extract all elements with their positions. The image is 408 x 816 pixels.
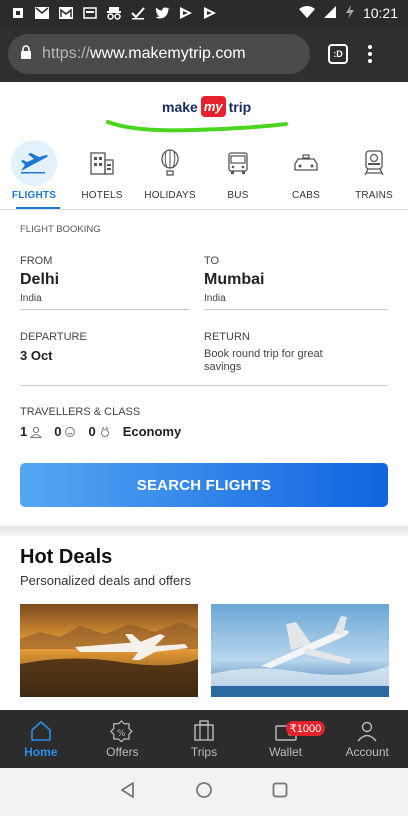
flipboard-icon [178, 6, 194, 20]
travellers-label: TRAVELLERS & CLASS [20, 406, 141, 418]
flight-booking-form: FLIGHT BOOKING FROM Delhi India TO Mumba… [0, 210, 408, 530]
from-city: Delhi [20, 271, 60, 288]
children-count: 0 [54, 424, 76, 439]
departure-date: 3 Oct [20, 348, 53, 363]
infant-icon [100, 426, 109, 437]
bottom-navigation: Home % Offers Trips Wallet ₹1000 Account [0, 710, 408, 768]
divider [20, 385, 388, 386]
lock-icon [20, 44, 32, 64]
travellers-class-selector[interactable]: 1 0 0 Economy [20, 424, 181, 439]
return-note: Book round trip for great savings [204, 348, 323, 373]
to-city: Mumbai [204, 271, 265, 288]
search-flights-button[interactable]: SEARCH FLIGHTS [20, 463, 388, 507]
incognito-icon [106, 6, 122, 20]
tab-trains[interactable]: TRAINS [340, 140, 408, 209]
hot-deals-section: Hot Deals Personalized deals and offers [0, 536, 408, 710]
departure-label: DEPARTURE [20, 331, 87, 343]
divider [20, 309, 190, 310]
twitter-icon [154, 6, 170, 20]
status-bar: 10:21 [0, 0, 408, 26]
balloon-icon [147, 140, 193, 186]
signal-icon [323, 5, 337, 22]
section-divider [0, 526, 408, 536]
makemytrip-logo[interactable]: make my trip [162, 96, 251, 117]
plane-icon [11, 140, 57, 186]
notification-icons [10, 6, 218, 20]
to-label: TO [204, 255, 220, 267]
url-text: https://www.makemytrip.com [42, 45, 246, 62]
wifi-icon [298, 5, 315, 22]
back-icon[interactable] [119, 781, 137, 804]
status-right: 10:21 [298, 4, 398, 22]
blue-sky-plane-image [211, 604, 389, 697]
battery-charging-icon [345, 4, 355, 22]
deal-card-blue-plane[interactable] [211, 604, 389, 697]
flipboard-icon [202, 6, 218, 20]
divider [204, 309, 388, 310]
check-icon [130, 6, 146, 20]
tab-cabs[interactable]: CABS [272, 140, 340, 209]
bus-icon [215, 140, 261, 186]
child-icon [65, 426, 76, 437]
nav-offers[interactable]: % Offers [82, 710, 164, 768]
from-country: India [20, 293, 42, 304]
url-field[interactable]: https://www.makemytrip.com [8, 34, 310, 74]
category-tabs: FLIGHTS HOTELS HOLIDAYS BUS CABS TRAINS [0, 140, 408, 210]
status-time: 10:21 [362, 5, 398, 21]
return-label: RETURN [204, 331, 250, 343]
nav-trips[interactable]: Trips [163, 710, 245, 768]
hotel-icon [79, 140, 125, 186]
tab-flights[interactable]: FLIGHTS [0, 140, 68, 209]
booking-title: FLIGHT BOOKING [20, 224, 101, 235]
logo-area: make my trip [0, 82, 408, 140]
train-icon [351, 140, 397, 186]
recents-icon[interactable] [271, 781, 289, 804]
highlight-underline [106, 120, 288, 133]
browser-toolbar: https://www.makemytrip.com :D [0, 26, 408, 82]
trips-icon [194, 719, 214, 741]
tabs-button[interactable]: :D [328, 44, 348, 64]
mail-icon [34, 6, 50, 20]
adult-icon [30, 426, 43, 438]
cab-icon [283, 140, 329, 186]
gmail-icon [58, 6, 74, 20]
from-label: FROM [20, 255, 53, 267]
hot-deals-title: Hot Deals [20, 546, 113, 568]
notification-icon [10, 6, 26, 20]
to-country: India [204, 293, 226, 304]
overflow-menu-button[interactable] [368, 45, 372, 63]
adults-count: 1 [20, 424, 43, 439]
account-icon [357, 721, 377, 741]
travel-class: Economy [122, 424, 182, 439]
app-icon [82, 6, 98, 20]
infants-count: 0 [88, 424, 110, 439]
wallet-balance-badge: ₹1000 [285, 721, 326, 736]
sunset-plane-image [20, 604, 198, 697]
nav-home[interactable]: Home [0, 710, 82, 768]
system-navigation-bar [0, 768, 408, 816]
tab-holidays[interactable]: HOLIDAYS [136, 140, 204, 209]
home-icon [30, 720, 51, 741]
deal-card-sunset-plane[interactable] [20, 604, 198, 697]
tab-hotels[interactable]: HOTELS [68, 140, 136, 209]
tab-bus[interactable]: BUS [204, 140, 272, 209]
nav-account[interactable]: Account [326, 710, 408, 768]
home-button-icon[interactable] [195, 781, 213, 804]
svg-text:%: % [117, 729, 126, 739]
nav-wallet[interactable]: Wallet ₹1000 [245, 710, 327, 768]
hot-deals-subtitle: Personalized deals and offers [20, 573, 192, 588]
offers-icon: % [110, 719, 134, 742]
